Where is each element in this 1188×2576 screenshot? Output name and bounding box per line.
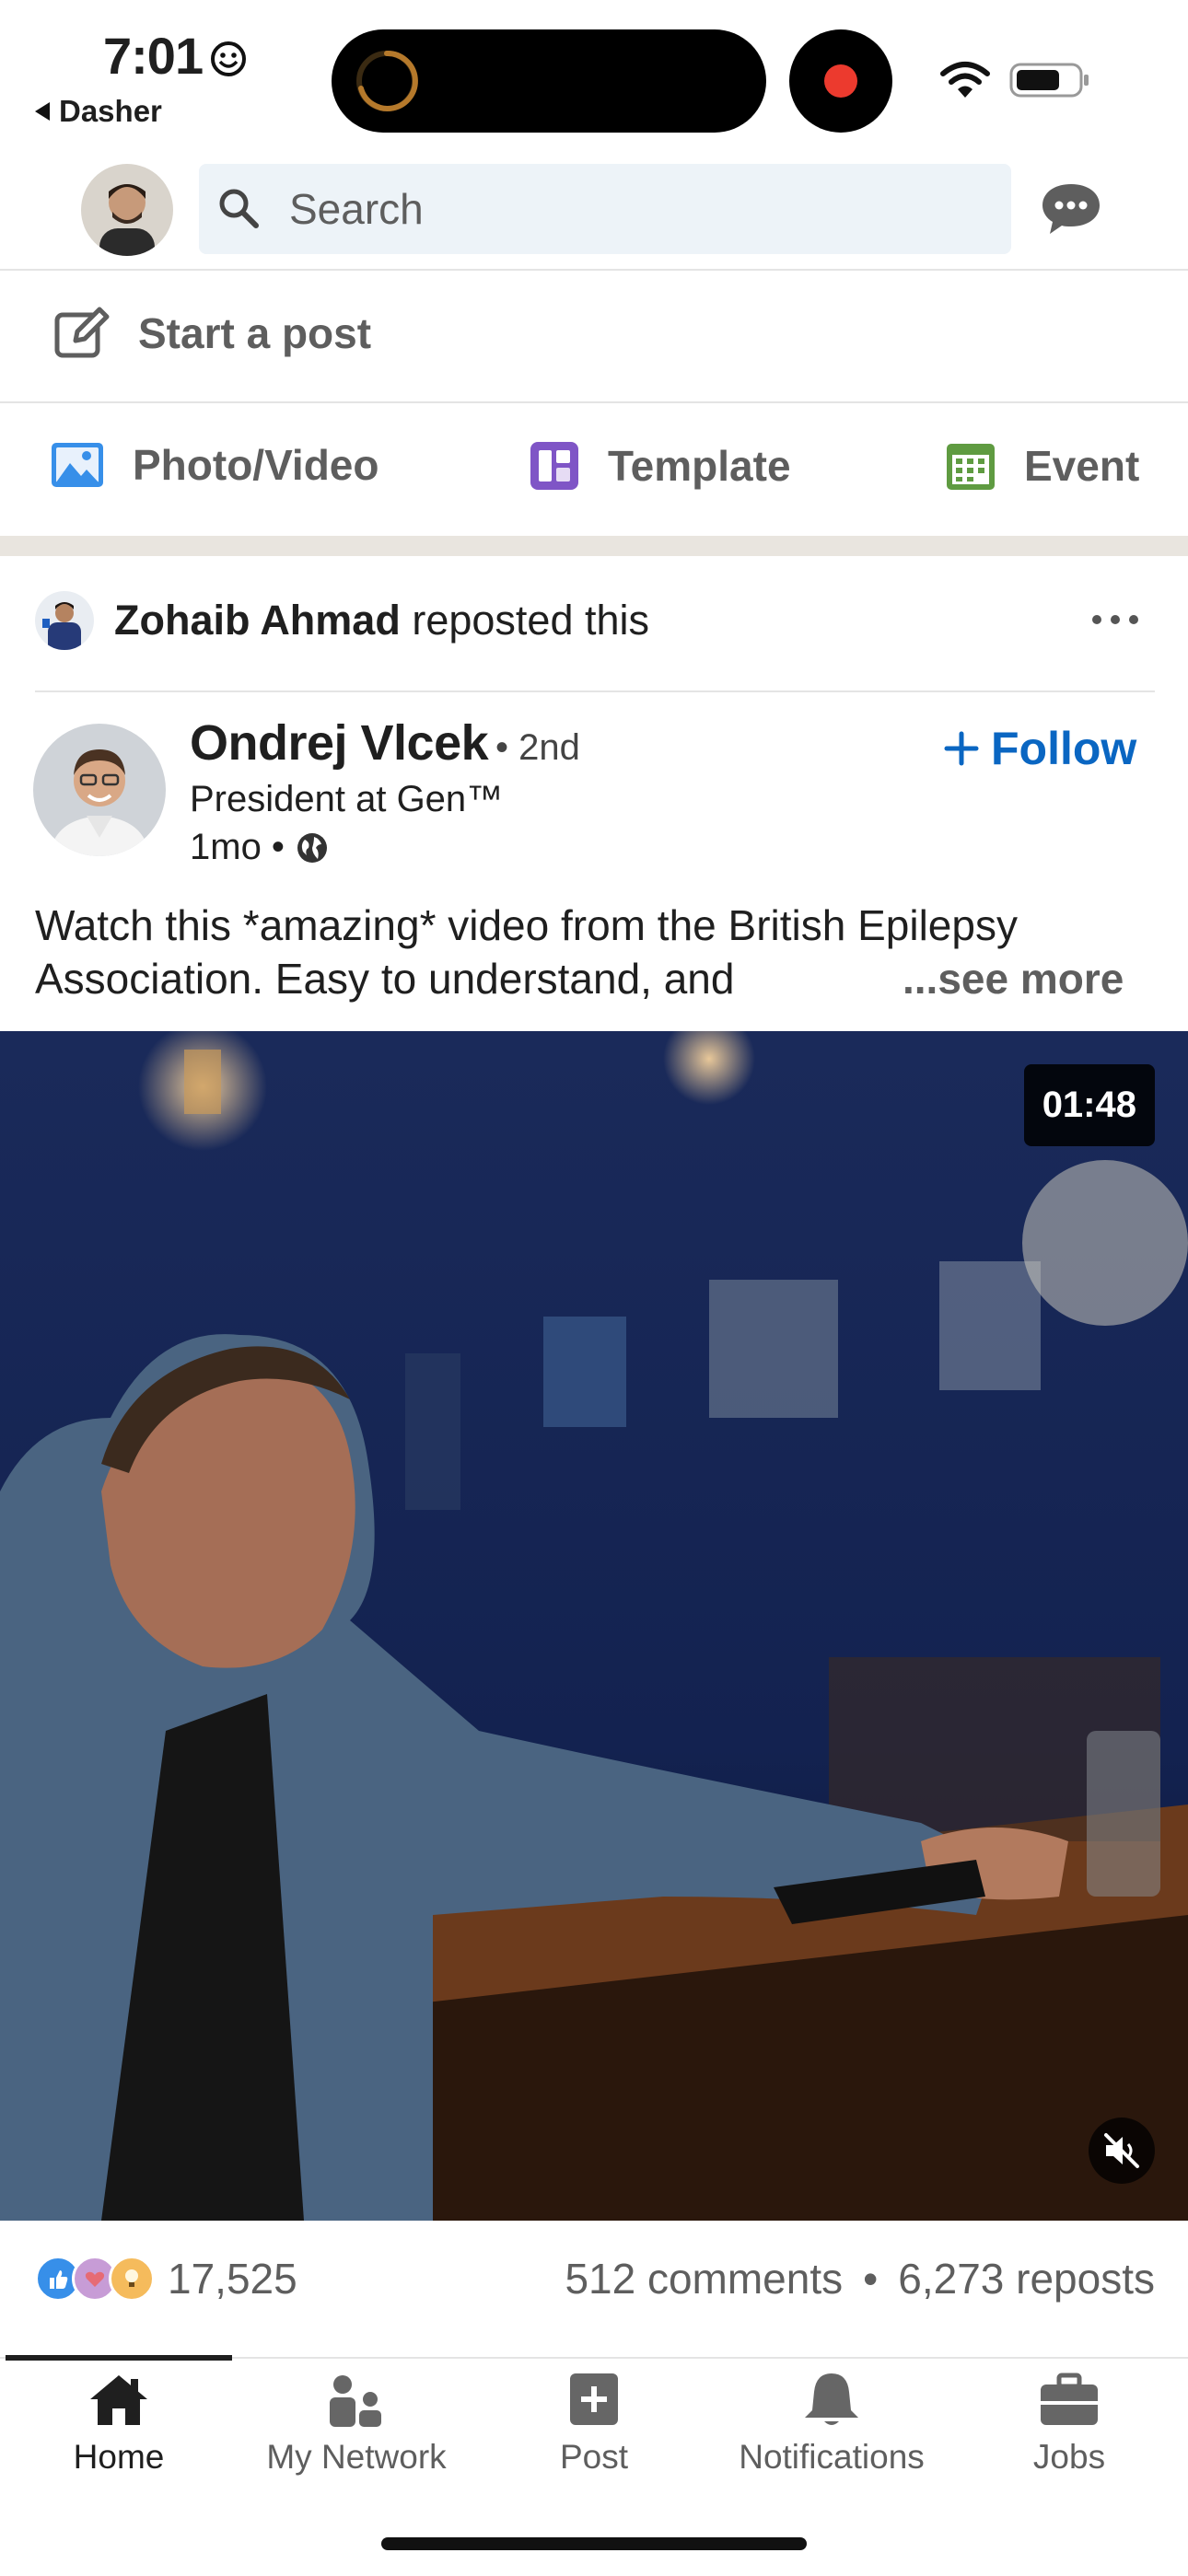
reposter-name[interactable]: Zohaib Ahmad [114, 597, 401, 644]
post-text-line: Watch this *amazing* video from the Brit… [35, 901, 1018, 949]
search-bar[interactable]: Search [199, 164, 1011, 254]
reactions-count[interactable]: 17,525 [168, 2254, 297, 2303]
profile-avatar[interactable] [81, 164, 173, 256]
template-button[interactable]: Template [529, 440, 791, 492]
tab-my-network[interactable]: My Network [238, 2372, 475, 2477]
activity-ring-icon [356, 50, 418, 111]
briefcase-icon [1041, 2373, 1098, 2425]
network-icon [330, 2375, 381, 2427]
muted-speaker-icon [1104, 2133, 1139, 2168]
stats-separator: • [863, 2255, 879, 2303]
back-app-label: Dasher [59, 94, 162, 128]
photo-video-button[interactable]: Photo/Video [50, 440, 379, 490]
compose-icon [54, 307, 110, 358]
author-avatar[interactable] [33, 724, 166, 856]
reposter-avatar[interactable] [35, 591, 94, 650]
feed-separator [0, 536, 1188, 556]
event-button[interactable]: Event [945, 440, 1139, 492]
divider [0, 269, 1188, 271]
bell-icon [805, 2373, 858, 2425]
tab-notifications[interactable]: Notifications [713, 2372, 950, 2477]
battery-icon [1009, 63, 1089, 98]
author-name[interactable]: Ondrej Vlcek [190, 714, 489, 772]
divider [0, 401, 1188, 403]
reaction-icons[interactable] [35, 2256, 155, 2302]
connection-degree: • 2nd [495, 727, 580, 768]
video-duration: 01:48 [1023, 1064, 1155, 1146]
mute-toggle[interactable] [1089, 2118, 1155, 2184]
repost-header: Zohaib Ahmad reposted this [35, 591, 649, 650]
reposts-count[interactable]: 6,273 reposts [898, 2254, 1155, 2303]
tab-label: Post [559, 2438, 629, 2476]
template-label: Template [608, 442, 791, 490]
comments-count[interactable]: 512 comments [565, 2254, 843, 2303]
back-arrow-icon [35, 102, 50, 121]
social-counts: 17,525 512 comments • 6,273 reposts [35, 2254, 1155, 2303]
dynamic-island [332, 29, 766, 133]
status-time: 7:01 [103, 27, 204, 85]
divider [35, 690, 1155, 692]
plus-icon [944, 731, 979, 766]
globe-icon [297, 832, 327, 863]
back-to-app-button[interactable]: Dasher [35, 94, 162, 129]
tab-label: Notifications [739, 2438, 925, 2476]
tab-label: Home [73, 2438, 165, 2476]
tab-post[interactable]: Post [475, 2372, 713, 2477]
tab-label: My Network [266, 2438, 447, 2476]
start-post-label: Start a post [138, 309, 372, 357]
screen-recording-indicator [789, 29, 892, 133]
smiley-icon [211, 41, 246, 76]
home-indicator[interactable] [381, 2537, 807, 2550]
repost-suffix: reposted this [412, 597, 649, 644]
author-headline: President at Gen™ [190, 779, 504, 819]
messaging-icon[interactable] [1039, 180, 1103, 238]
tab-home[interactable]: Home [0, 2372, 238, 2477]
video-frame [0, 1031, 1188, 2221]
post-video[interactable]: 01:48 [0, 1031, 1188, 2221]
start-post-button[interactable]: Start a post [52, 304, 371, 363]
post-timestamp: 1mo • [190, 827, 329, 868]
event-label: Event [1024, 442, 1140, 490]
search-placeholder: Search [289, 185, 424, 233]
tab-jobs[interactable]: Jobs [950, 2372, 1188, 2477]
see-more-link[interactable]: ...see more [903, 954, 1124, 1004]
post-time: 1mo • [190, 827, 285, 867]
photo-video-label: Photo/Video [133, 441, 379, 489]
follow-button[interactable]: Follow [943, 722, 1136, 775]
calendar-icon [947, 444, 995, 490]
template-icon [530, 442, 578, 490]
post-icon [570, 2373, 618, 2425]
more-options-icon[interactable] [1092, 615, 1138, 624]
photo-icon [52, 443, 103, 487]
active-tab-indicator [6, 2355, 232, 2361]
insightful-reaction-icon [109, 2256, 155, 2302]
home-icon [90, 2375, 147, 2425]
tab-label: Jobs [1032, 2438, 1106, 2476]
search-icon [219, 189, 259, 228]
wifi-icon [940, 62, 990, 98]
follow-label: Follow [991, 723, 1137, 774]
